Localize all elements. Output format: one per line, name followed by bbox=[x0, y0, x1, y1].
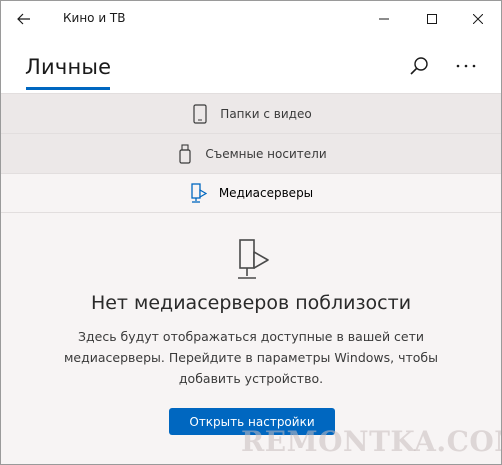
search-icon bbox=[410, 57, 428, 75]
back-arrow-icon bbox=[17, 13, 30, 25]
empty-state-description: Здесь будут отображаться доступные в ваш… bbox=[64, 329, 438, 386]
search-button[interactable] bbox=[404, 51, 434, 81]
title-bar: Кино и ТВ bbox=[1, 1, 501, 37]
app-header: Личные bbox=[1, 37, 501, 93]
phone-icon bbox=[190, 103, 210, 125]
source-media-servers[interactable]: Медиасерверы bbox=[1, 173, 501, 213]
minimize-button[interactable] bbox=[361, 1, 407, 37]
pivot-personal[interactable]: Личные bbox=[25, 55, 111, 79]
back-button[interactable] bbox=[9, 4, 39, 34]
window-title: Кино и ТВ bbox=[63, 11, 126, 25]
watermark-text: REMONTKA.COM bbox=[241, 425, 502, 458]
usb-drive-icon bbox=[175, 143, 195, 165]
maximize-icon bbox=[427, 14, 437, 24]
source-label: Папки с видео bbox=[220, 106, 312, 121]
minimize-icon bbox=[379, 18, 389, 20]
media-server-icon bbox=[189, 182, 209, 204]
source-video-folders[interactable]: Папки с видео bbox=[1, 93, 501, 133]
close-button[interactable] bbox=[455, 1, 501, 37]
more-options-button[interactable] bbox=[451, 51, 481, 81]
maximize-button[interactable] bbox=[409, 1, 455, 37]
source-label: Съемные носители bbox=[205, 146, 327, 161]
media-server-empty-icon bbox=[238, 239, 269, 279]
empty-state-title: Нет медиасерверов поблизости bbox=[90, 292, 412, 314]
source-label: Медиасерверы bbox=[218, 186, 314, 200]
close-icon bbox=[473, 14, 483, 24]
pivot-selection-indicator bbox=[26, 87, 110, 90]
more-icon bbox=[456, 64, 476, 68]
source-removable-media[interactable]: Съемные носители bbox=[1, 133, 501, 173]
app-window: Кино и ТВ Личные Папки с видео Съемные н… bbox=[0, 0, 502, 465]
